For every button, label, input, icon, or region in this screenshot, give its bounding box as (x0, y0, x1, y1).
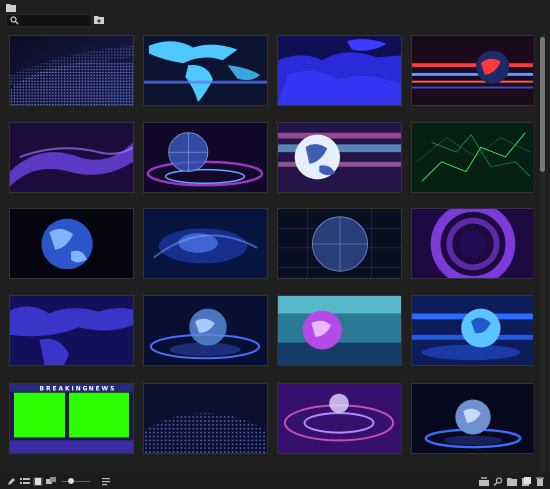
thumb-globe-studio-blue[interactable] (411, 295, 533, 366)
thumb-blue-globe-dark[interactable] (9, 208, 134, 279)
search-field[interactable] (6, 14, 92, 27)
thumb-purple-rings[interactable] (411, 208, 533, 279)
news-label: NEWS (89, 386, 117, 392)
sort-icon[interactable] (101, 477, 111, 486)
breaking-label: BREAKING (40, 386, 90, 392)
panel-footer (0, 474, 550, 489)
freeform-view-icon[interactable] (46, 477, 56, 486)
thumb-blue-swirl[interactable] (143, 208, 268, 279)
thumbnail-grid: BREAKING NEWS (9, 35, 533, 471)
scrollbar-thumb[interactable] (540, 37, 545, 172)
vertical-scrollbar[interactable] (540, 34, 545, 472)
folder-icon[interactable] (6, 3, 16, 12)
thumb-globe-studio-purple[interactable] (277, 295, 402, 366)
thumb-purple-smoke[interactable] (9, 122, 134, 193)
thumb-breaking-news-greenscreen[interactable]: BREAKING NEWS (9, 383, 134, 454)
thumb-wireframe-globe-rings[interactable] (143, 122, 268, 193)
thumb-grid-globe[interactable] (277, 208, 402, 279)
thumb-globe-light-streaks[interactable] (277, 122, 402, 193)
thumb-dotted-wave-blue[interactable] (9, 35, 134, 106)
clear-icon[interactable] (535, 477, 545, 486)
thumb-dotted-dome[interactable] (143, 383, 268, 454)
thumb-purple-vortex[interactable] (277, 383, 402, 454)
thumb-globe-red-lines[interactable] (411, 35, 533, 106)
zoom-slider[interactable] (62, 481, 90, 482)
search-input[interactable] (21, 15, 87, 26)
thumb-globe-platform[interactable] (143, 295, 268, 366)
project-panel-header (0, 0, 550, 32)
thumb-world-map-purple[interactable] (9, 295, 134, 366)
automate-to-sequence-icon[interactable] (479, 477, 489, 486)
new-item-icon[interactable] (521, 477, 531, 486)
zoom-slider-handle[interactable] (68, 478, 74, 484)
thumb-globe-pedestal[interactable] (411, 383, 533, 454)
search-icon (10, 16, 19, 25)
thumb-world-map-dark-blue[interactable] (277, 35, 402, 106)
find-icon[interactable] (493, 477, 503, 486)
new-bin-icon[interactable] (94, 15, 104, 24)
list-view-icon[interactable] (20, 477, 30, 486)
thumb-world-map-cyan[interactable] (143, 35, 268, 106)
pencil-icon[interactable] (6, 477, 16, 486)
thumb-green-network[interactable] (411, 122, 533, 193)
icon-view-icon[interactable] (33, 477, 43, 486)
new-bin-icon[interactable] (507, 477, 517, 486)
